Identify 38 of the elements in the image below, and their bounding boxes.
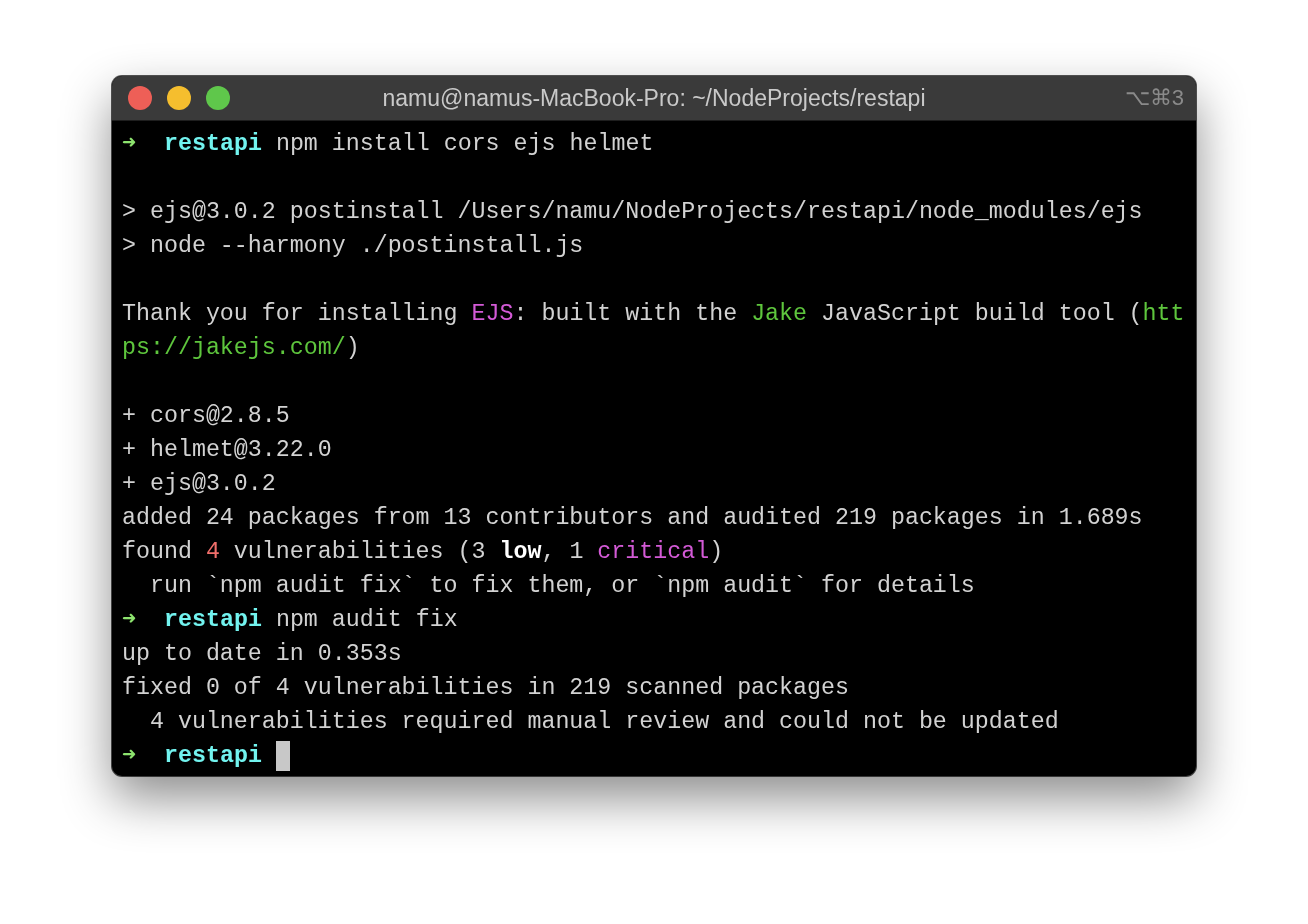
output-text: up to date in 0.353s [122,640,402,669]
highlighted-text: EJS [471,300,514,329]
output-text: 4 vulnerabilities required manual review and could not be updated [148,708,1059,737]
output-text: Thank you for installing [122,300,459,329]
output-text: ) [709,538,724,567]
output-text: > node --harmony ./postinstall.js [122,232,584,261]
close-button[interactable] [128,86,152,110]
highlighted-text: low [499,538,542,567]
output-text: + ejs@3.0.2 [122,470,276,499]
output-text: + helmet@3.22.0 [122,436,332,465]
highlighted-text: Jake [751,300,808,329]
zoom-button[interactable] [206,86,230,110]
prompt-arrow: ➜ [122,606,137,635]
command-text: npm install cors ejs helmet [275,130,654,159]
shortcut-label: ⌥⌘3 [1124,85,1185,111]
output-text: vulnerabilities (3 [232,538,487,567]
output-text: run `npm audit fix` to fix them, or `npm audit` for details [148,572,975,601]
output-text: ) [345,334,360,363]
output-text: : built with the [513,300,739,329]
output-text: + cors@2.8.5 [122,402,290,431]
output-text: > ejs@3.0.2 postinstall /Users/namu/NodeProjects/restapi/node_modules/ejs [122,198,1143,227]
highlighted-text: 4 [205,538,220,567]
output-text: found [122,538,193,567]
prompt-arrow: ➜ [122,130,137,159]
directory-name: restapi [164,606,262,635]
highlighted-text: htt [1142,300,1185,329]
output-text: JavaScript build tool ( [820,300,1143,329]
highlighted-text: critical [597,538,710,567]
directory-name: restapi [164,130,262,159]
output-text: fixed 0 of 4 vulnerabilities in 219 scanned packages [122,674,849,703]
output-text: , 1 [541,538,585,567]
directory-name: restapi [164,742,262,771]
window-title: namu@namus-MacBook-Pro: ~/NodeProjects/restapi [382,84,926,112]
prompt-arrow: ➜ [122,742,137,771]
command-text: npm audit fix [275,606,458,635]
output-text: added 24 packages from 13 contributors and audited 219 packages in 1.689s [122,504,1143,533]
highlighted-text: ps://jakejs.com/ [122,334,346,363]
minimize-button[interactable] [167,86,191,110]
